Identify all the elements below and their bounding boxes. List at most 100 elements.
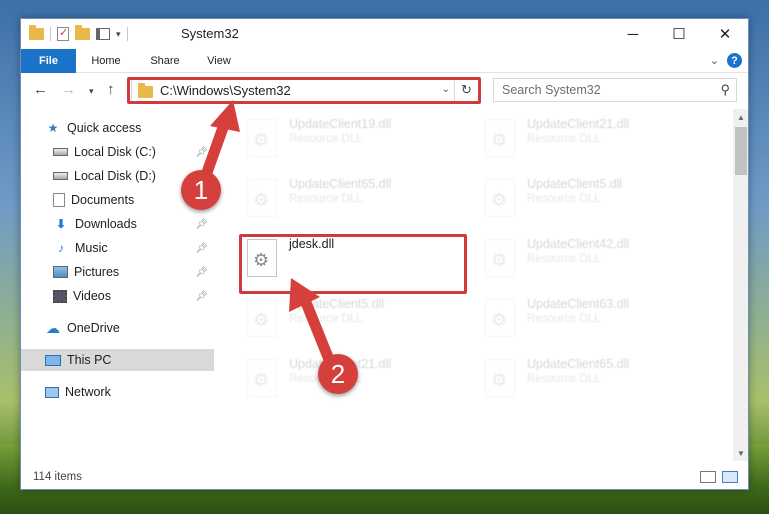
- expand-ribbon-icon[interactable]: ⌄: [710, 54, 719, 67]
- sidebar-item-this-pc[interactable]: This PC: [21, 349, 214, 371]
- chevron-down-icon[interactable]: ▾: [116, 29, 121, 40]
- pin-icon[interactable]: 📌︎: [195, 291, 208, 302]
- file-item[interactable]: ⚙ UpdateClient5.dll Resource DLL: [241, 293, 461, 347]
- item-count: 114 items: [33, 471, 83, 483]
- gear-icon: ⚙: [491, 370, 508, 390]
- maximize-button[interactable]: ☐: [656, 19, 702, 49]
- sidebar-item-label: Local Disk (C:): [74, 145, 156, 159]
- this-pc-icon: [45, 354, 61, 366]
- sidebar-item-label: This PC: [67, 353, 112, 367]
- file-type: Resource DLL: [527, 253, 601, 265]
- back-arrow-icon[interactable]: ←: [33, 81, 48, 98]
- scroll-up-icon[interactable]: ▲: [733, 109, 748, 125]
- file-name: UpdateClient42.dll: [527, 237, 630, 251]
- file-highlight: [239, 234, 467, 294]
- sidebar-item-pictures[interactable]: Pictures 📌︎: [21, 261, 214, 283]
- folder-icon: [29, 25, 44, 40]
- drive-icon: [53, 148, 68, 156]
- view-buttons: [700, 471, 738, 483]
- pictures-icon: [53, 266, 68, 278]
- tiles-view-icon[interactable]: [722, 471, 738, 483]
- documents-icon: [53, 193, 65, 207]
- file-item[interactable]: ⚙ UpdateClient21.dll Resource DLL: [479, 113, 699, 167]
- dll-file-icon: ⚙: [485, 359, 515, 397]
- file-type: Resource DLL: [527, 373, 601, 385]
- dll-file-icon: ⚙: [247, 119, 277, 157]
- dll-file-icon: ⚙: [485, 179, 515, 217]
- file-name: UpdateClient5.dll: [289, 297, 385, 311]
- sidebar-item-downloads[interactable]: ⬇ Downloads 📌︎: [21, 213, 214, 235]
- ribbon: File Home Share View ⌄ ?: [21, 49, 748, 103]
- file-item[interactable]: ⚙ UpdateClient42.dll Resource DLL: [479, 233, 699, 287]
- close-button[interactable]: ✕: [702, 19, 748, 49]
- sidebar-item-label: Music: [75, 241, 108, 255]
- properties-icon[interactable]: [57, 26, 69, 41]
- sidebar-item-videos[interactable]: Videos 📌︎: [21, 285, 214, 307]
- file-item[interactable]: ⚙ UpdateClient63.dll Resource DLL: [479, 293, 699, 347]
- help-icon[interactable]: ?: [727, 53, 742, 68]
- pin-icon[interactable]: 📌︎: [195, 267, 208, 278]
- file-item[interactable]: ⚙ UpdateClient65.dll Resource DLL: [241, 173, 461, 227]
- minimize-button[interactable]: ─: [610, 19, 656, 49]
- gear-icon: ⚙: [491, 130, 508, 150]
- music-icon: ♪: [58, 241, 64, 255]
- tab-view[interactable]: View: [197, 49, 241, 73]
- sidebar-item-network[interactable]: Network: [21, 381, 214, 403]
- divider: [126, 27, 128, 41]
- file-type: Resource DLL: [527, 133, 601, 145]
- network-icon: [45, 386, 59, 398]
- onedrive-icon: ☁: [46, 319, 60, 336]
- pin-icon[interactable]: 📌︎: [195, 219, 208, 230]
- tab-home[interactable]: Home: [83, 49, 129, 73]
- downloads-icon: ⬇: [55, 217, 67, 231]
- file-type: Resource DLL: [527, 193, 601, 205]
- file-item[interactable]: ⚙ UpdateClient65.dll Resource DLL: [479, 353, 699, 407]
- scroll-thumb[interactable]: [735, 127, 747, 175]
- file-type: Resource DLL: [527, 313, 601, 325]
- gear-icon: ⚙: [491, 190, 508, 210]
- sidebar-item-label: Network: [65, 385, 111, 399]
- gear-icon: ⚙: [491, 310, 508, 330]
- quick-access-toolbar: ▾: [29, 25, 128, 43]
- sidebar-item-onedrive[interactable]: ☁ OneDrive: [21, 317, 214, 339]
- dll-file-icon: ⚙: [247, 299, 277, 337]
- gear-icon: ⚙: [491, 250, 508, 270]
- file-name: UpdateClient5.dll: [527, 177, 623, 191]
- pin-icon[interactable]: 📌︎: [195, 243, 208, 254]
- view-layout-icon[interactable]: [96, 28, 110, 40]
- scroll-down-icon[interactable]: ▼: [733, 445, 748, 461]
- dll-file-icon: ⚙: [485, 299, 515, 337]
- file-item[interactable]: ⚙ UpdateClient5.dll Resource DLL: [479, 173, 699, 227]
- sidebar-item-label: Documents: [71, 193, 135, 207]
- pin-icon[interactable]: 📌︎: [195, 147, 208, 158]
- sidebar-item-label: Videos: [73, 289, 111, 303]
- sidebar-item-label: Downloads: [75, 217, 137, 231]
- details-view-icon[interactable]: [700, 471, 716, 483]
- step-badge-1: 1: [181, 170, 221, 210]
- tab-share[interactable]: Share: [141, 49, 189, 73]
- forward-arrow-icon[interactable]: →: [61, 81, 76, 98]
- file-name: UpdateClient65.dll: [527, 357, 630, 371]
- sidebar-item-local-disk-c[interactable]: Local Disk (C:) 📌︎: [21, 141, 214, 163]
- gear-icon: ⚙: [253, 190, 270, 210]
- file-item[interactable]: ⚙ UpdateClient19.dll Resource DLL: [241, 113, 461, 167]
- file-name: UpdateClient19.dll: [289, 117, 392, 131]
- search-input[interactable]: [502, 80, 712, 100]
- ribbon-controls: ⌄ ?: [710, 53, 742, 68]
- recent-locations-icon[interactable]: ▾: [89, 86, 94, 97]
- gear-icon: ⚙: [253, 130, 270, 150]
- drive-icon: [53, 172, 68, 180]
- search-icon[interactable]: ⚲: [720, 82, 730, 98]
- up-arrow-icon[interactable]: ↑: [107, 81, 115, 98]
- vertical-scrollbar[interactable]: ▲ ▼: [733, 109, 748, 461]
- sidebar-item-music[interactable]: ♪ Music 📌︎: [21, 237, 214, 259]
- dll-file-icon: ⚙: [485, 119, 515, 157]
- sidebar-item-quick-access[interactable]: ★ Quick access: [21, 117, 214, 139]
- search-box[interactable]: ⚲: [493, 78, 737, 102]
- divider: [50, 27, 51, 41]
- gear-icon: ⚙: [253, 310, 270, 330]
- file-type: Resource DLL: [289, 133, 363, 145]
- sidebar-item-label: Local Disk (D:): [74, 169, 156, 183]
- sidebar-item-label: Pictures: [74, 265, 120, 279]
- new-folder-icon[interactable]: [75, 25, 90, 40]
